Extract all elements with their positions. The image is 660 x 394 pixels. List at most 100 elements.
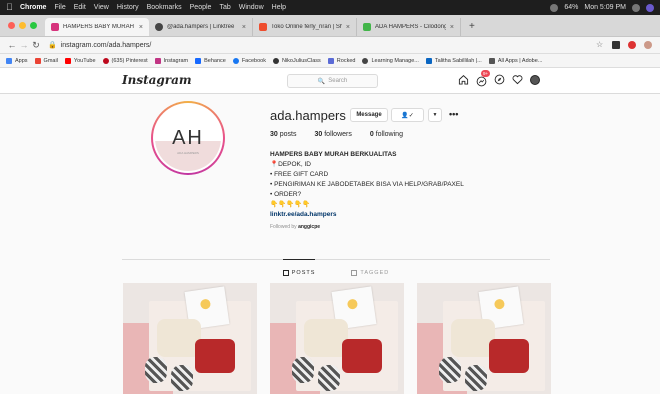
- avatar-initials: AH: [172, 127, 204, 149]
- minimize-window-icon[interactable]: [19, 21, 26, 29]
- following-count: 0: [369, 131, 374, 138]
- tab-tagged[interactable]: TAGGED: [351, 260, 389, 279]
- menu-help[interactable]: Help: [272, 4, 286, 11]
- close-window-icon[interactable]: [8, 21, 15, 29]
- header-icons: 9+: [458, 70, 540, 87]
- posts-count: 30: [270, 131, 278, 138]
- url-bar[interactable]: 🔒 instagram.com/ada.hampers/: [48, 39, 596, 52]
- followers-stat[interactable]: 30 followers: [314, 131, 351, 138]
- message-button[interactable]: Message: [350, 108, 388, 122]
- profile-avatar-icon[interactable]: [530, 74, 540, 85]
- avatar-ring: AH ADA HAMPERS: [153, 103, 223, 173]
- close-tab-icon[interactable]: ×: [242, 24, 246, 31]
- bookmark-linkedin[interactable]: Talitha Sabillilah |...: [425, 57, 482, 64]
- post-thumbnail[interactable]: [123, 283, 257, 394]
- bookmark-instagram[interactable]: Instagram: [154, 57, 188, 64]
- followers-count: 30: [314, 131, 323, 138]
- bookmark-rocked[interactable]: Rocked: [327, 57, 355, 64]
- browser-tab-tokopedia[interactable]: ADA HAMPERS - Cilodong, Kot ×: [357, 18, 461, 36]
- search-icon[interactable]: [632, 3, 640, 12]
- bio-link[interactable]: linktr.ee/ada.hampers: [270, 210, 530, 220]
- new-tab-button[interactable]: +: [461, 18, 483, 36]
- gmail-icon: [34, 57, 41, 64]
- browser-tab-linktree[interactable]: @ada.hampers | Linktree ×: [149, 18, 253, 36]
- bookmark-gmail[interactable]: Gmail: [34, 57, 58, 64]
- more-options-icon[interactable]: •••: [449, 108, 458, 120]
- bookmark-behance[interactable]: Behance: [195, 57, 226, 64]
- menu-edit[interactable]: Edit: [74, 4, 86, 11]
- explore-compass-icon[interactable]: [494, 74, 505, 85]
- bookmark-apps[interactable]: Apps: [6, 57, 28, 64]
- person-icon: 👤: [401, 112, 409, 119]
- menu-window[interactable]: Window: [239, 4, 264, 11]
- menu-chrome[interactable]: Chrome: [20, 4, 46, 11]
- search-input[interactable]: 🔍 Search: [287, 74, 378, 88]
- menu-view[interactable]: View: [94, 4, 109, 11]
- bookmark-nikojulius[interactable]: NikoJuliusClass: [272, 57, 321, 64]
- notification-badge: 9+: [481, 70, 491, 77]
- bookmark-youtube[interactable]: YouTube: [64, 57, 96, 64]
- baby-shoe: [292, 357, 314, 383]
- menu-history[interactable]: History: [117, 4, 139, 11]
- browser-tab-shopee[interactable]: Toko Online ferly_riran | Shope ×: [253, 18, 357, 36]
- zoom-window-icon[interactable]: [30, 21, 37, 29]
- following-button[interactable]: 👤 ✓: [391, 108, 424, 122]
- profile-avatar[interactable]: AH ADA HAMPERS: [151, 101, 225, 175]
- tab-posts[interactable]: POSTS: [282, 259, 316, 279]
- bookmark-facebook[interactable]: Facebook: [232, 57, 266, 64]
- apple-icon[interactable]: : [6, 3, 14, 12]
- close-tab-icon[interactable]: ×: [450, 24, 454, 31]
- search-icon: 🔍: [317, 78, 326, 85]
- red-bow: [342, 339, 382, 373]
- menu-tab[interactable]: Tab: [219, 4, 230, 11]
- back-arrow-icon[interactable]: ←: [6, 40, 18, 50]
- activity-heart-icon[interactable]: [512, 74, 523, 85]
- avatar-subtitle: ADA HAMPERS: [177, 151, 199, 155]
- home-icon[interactable]: [458, 74, 469, 85]
- bio-line-order: • ORDER?: [270, 191, 302, 198]
- reload-icon[interactable]: ↻: [30, 40, 42, 51]
- macos-menu-bar:  Chrome File Edit View History Bookmark…: [0, 0, 660, 15]
- avatar-image: AH ADA HAMPERS: [155, 105, 221, 171]
- menu-people[interactable]: People: [190, 4, 212, 11]
- menu-bookmarks[interactable]: Bookmarks: [147, 4, 182, 11]
- bio-name: HAMPERS BABY MURAH BERKUALITAS: [270, 151, 397, 158]
- bookmark-label: NikoJuliusClass: [281, 57, 321, 64]
- bookmark-pinterest[interactable]: (635) Pinterest: [102, 57, 148, 64]
- profile-avatar-icon[interactable]: [644, 41, 652, 49]
- siri-icon[interactable]: [646, 3, 654, 12]
- bookmark-label: Behance: [204, 57, 226, 64]
- baby-shoe: [318, 365, 340, 391]
- suggested-dropdown-button[interactable]: ▼: [428, 108, 442, 122]
- direct-message-icon[interactable]: 9+: [476, 70, 491, 87]
- clock[interactable]: Mon 5:09 PM: [584, 4, 626, 11]
- linktree-favicon-icon: [155, 23, 163, 31]
- post-thumbnail[interactable]: [270, 283, 404, 394]
- bio-emojis: 👇👇👇👇👇: [270, 201, 311, 208]
- close-tab-icon[interactable]: ×: [139, 24, 143, 31]
- apps-grid-icon: [6, 57, 12, 64]
- bookmark-learning[interactable]: Learning Manage...: [362, 57, 419, 64]
- following-stat[interactable]: 0 following: [370, 131, 403, 138]
- bio-line-gift: • FREE GIFT CARD: [270, 171, 329, 178]
- bookmark-label: YouTube: [73, 57, 96, 64]
- instagram-logo[interactable]: Instagram: [122, 73, 192, 87]
- close-tab-icon[interactable]: ×: [346, 24, 350, 31]
- bookmark-label: Apps: [15, 57, 28, 64]
- bookmark-label: All Apps | Adobe...: [497, 57, 543, 64]
- forward-arrow-icon[interactable]: →: [18, 40, 30, 50]
- baby-shoe: [145, 357, 167, 383]
- post-thumbnail[interactable]: [417, 283, 551, 394]
- bookmark-adobe[interactable]: All Apps | Adobe...: [488, 57, 543, 64]
- screen:  Chrome File Edit View History Bookmark…: [0, 0, 660, 394]
- menu-file[interactable]: File: [54, 4, 65, 11]
- followed-by[interactable]: Followed by anggicpe: [270, 222, 530, 232]
- bookmark-star-icon[interactable]: ☆: [596, 41, 604, 49]
- extension-adobe-icon[interactable]: [628, 41, 636, 49]
- extension-icon[interactable]: [612, 41, 620, 49]
- browser-tab-instagram[interactable]: HAMPERS BABY MURAH BERK ×: [45, 18, 149, 36]
- baby-shoe: [171, 365, 193, 391]
- wifi-icon[interactable]: [550, 3, 559, 12]
- bookmark-label: Talitha Sabillilah |...: [434, 57, 482, 64]
- battery-percent[interactable]: 64%: [564, 4, 578, 11]
